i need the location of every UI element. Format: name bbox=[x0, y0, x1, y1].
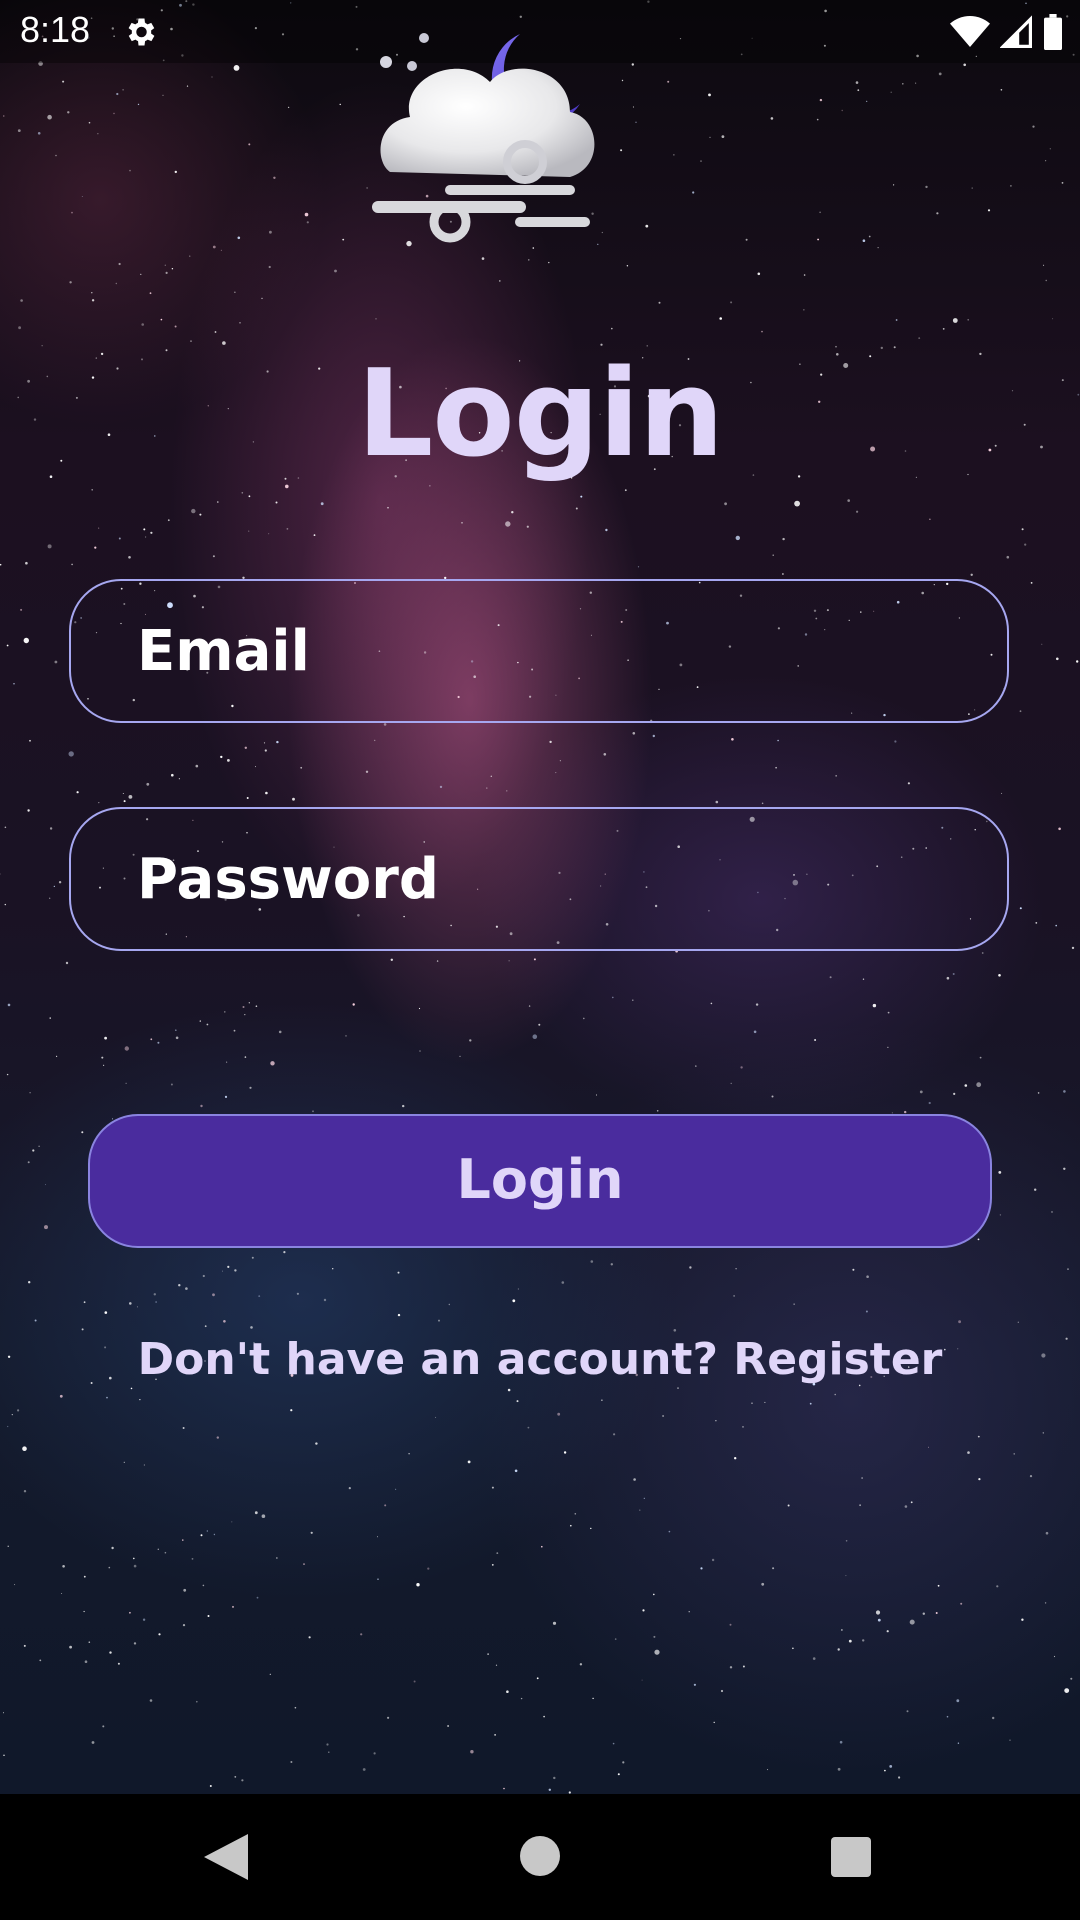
page-title: Login bbox=[356, 345, 724, 484]
cloud-moon-wind-icon bbox=[372, 33, 595, 243]
register-link[interactable]: Don't have an account? Register bbox=[0, 1334, 1080, 1385]
settings-icon bbox=[128, 18, 155, 46]
wifi-icon bbox=[950, 16, 990, 47]
password-input[interactable] bbox=[137, 809, 957, 949]
login-button[interactable]: Login bbox=[88, 1114, 992, 1248]
email-field[interactable] bbox=[69, 579, 1009, 723]
password-field[interactable] bbox=[69, 807, 1009, 951]
home-icon[interactable] bbox=[520, 1836, 560, 1876]
battery-icon bbox=[1044, 14, 1062, 50]
signal-icon bbox=[1000, 15, 1032, 48]
recents-icon[interactable] bbox=[831, 1837, 871, 1877]
email-input[interactable] bbox=[137, 581, 957, 721]
back-icon[interactable] bbox=[204, 1834, 248, 1880]
status-time: 8:18 bbox=[20, 9, 91, 50]
navigation-bar bbox=[0, 1794, 1080, 1920]
login-screen: 8:18 Login Email Login Don't have an acc… bbox=[0, 0, 1080, 1920]
status-icons bbox=[950, 12, 1064, 52]
